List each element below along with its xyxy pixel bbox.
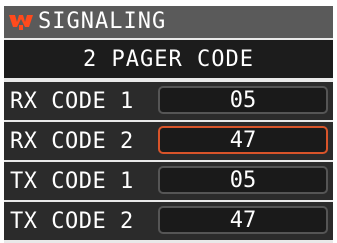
title-bar: SIGNALING [4, 6, 333, 38]
menu-subtitle: 2 PAGER CODE [4, 40, 333, 78]
yaesu-logo-icon [8, 11, 38, 33]
tx-code-1-row[interactable]: TX CODE 1 05 [4, 162, 333, 200]
rx-code-1-label: RX CODE 1 [10, 88, 134, 114]
tx-code-2-row[interactable]: TX CODE 2 47 [4, 202, 333, 240]
tx-code-1-label: TX CODE 1 [10, 168, 134, 194]
tx-code-1-value[interactable]: 05 [158, 166, 328, 194]
screen-title: SIGNALING [38, 9, 167, 34]
rx-code-1-value[interactable]: 05 [158, 86, 328, 114]
rx-code-1-row[interactable]: RX CODE 1 05 [4, 82, 333, 120]
rx-code-2-value[interactable]: 47 [158, 126, 328, 154]
tx-code-2-value[interactable]: 47 [158, 206, 328, 234]
rx-code-2-row[interactable]: RX CODE 2 47 [4, 122, 333, 160]
rx-code-2-label: RX CODE 2 [10, 128, 134, 154]
tx-code-2-label: TX CODE 2 [10, 208, 134, 234]
radio-display: SIGNALING 2 PAGER CODE RX CODE 1 05 RX C… [4, 6, 333, 243]
